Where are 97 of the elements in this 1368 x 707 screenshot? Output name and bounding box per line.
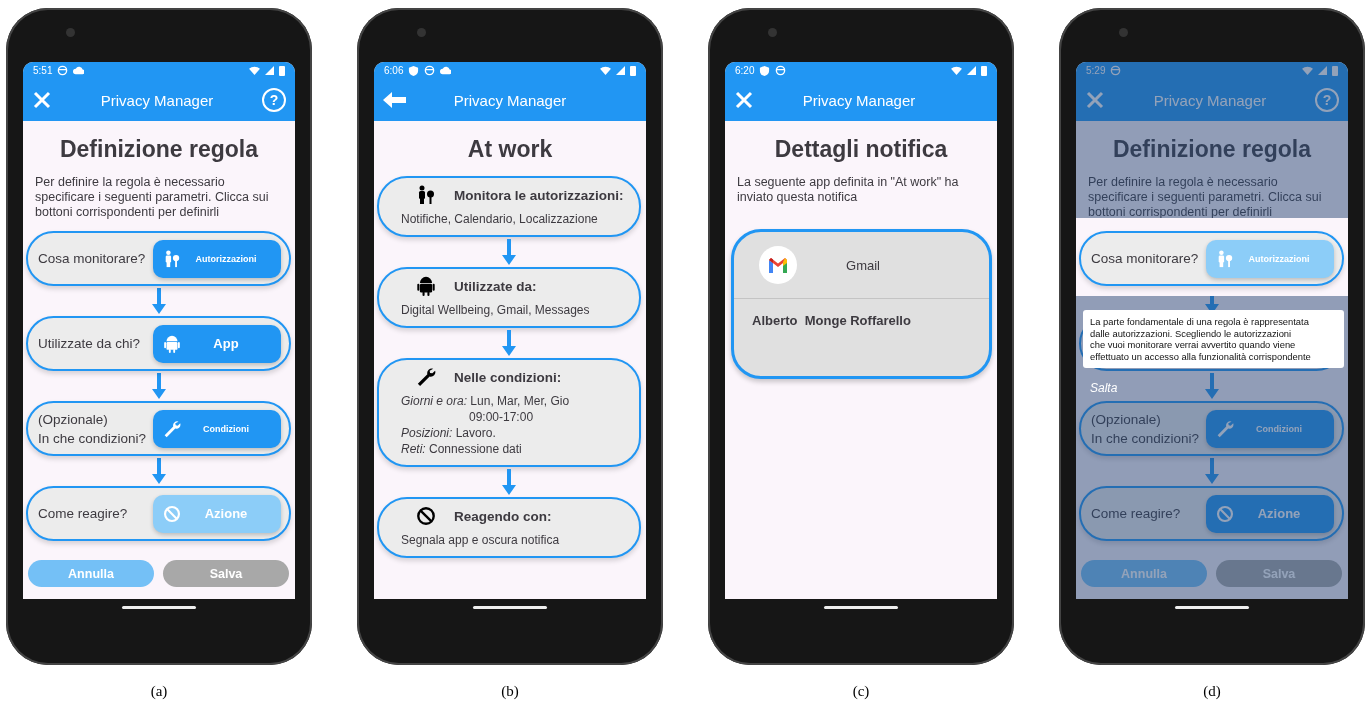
save-button[interactable]: Salva xyxy=(163,560,289,587)
shield-icon xyxy=(408,65,420,76)
signal-icon xyxy=(265,66,274,75)
signal-icon xyxy=(616,66,625,75)
prohibited-icon xyxy=(1216,504,1234,523)
tooltip: La parte fondamentale di una regola è rappresentata dalle autorizzazioni. Scegliendo le autorizzazioni che vuoi monitorare verrai avvertito quando viene effettuato un accesso alla funzionalità corrispondente xyxy=(1083,310,1344,368)
screen-heading: At work xyxy=(466,136,554,163)
app-name: Gmail xyxy=(845,257,881,273)
intro-text: Per definire la regola è necessario specificare i seguenti parametri. Clicca sui bottoni corrispondenti per definirli xyxy=(35,175,270,220)
card-title: Reagendo con: xyxy=(454,508,552,524)
close-icon[interactable] xyxy=(734,90,754,110)
flow-arrow xyxy=(502,469,516,495)
wifi-icon xyxy=(1302,65,1313,76)
step-question: (Opzionale) In che condizioni? xyxy=(38,410,148,448)
step-question: Cosa monitorare? xyxy=(1091,250,1200,268)
camera-lens xyxy=(417,28,426,37)
app-title: Privacy Manager xyxy=(801,91,917,109)
help-button[interactable]: ? xyxy=(1315,88,1339,112)
step-question: Come reagire? xyxy=(38,505,129,523)
flow-arrow xyxy=(1205,373,1219,399)
step-button[interactable]: Autorizzazioni xyxy=(1206,239,1334,278)
camera-lens xyxy=(1119,28,1128,37)
step-button[interactable]: Condizioni xyxy=(1206,409,1334,448)
card-text: Digital Wellbeing, Gmail, Messages xyxy=(401,302,591,318)
shield-icon xyxy=(759,65,771,76)
close-icon[interactable] xyxy=(32,90,52,110)
flow-arrow xyxy=(152,373,166,399)
skip-link[interactable]: Salta xyxy=(1090,381,1118,395)
battery-icon xyxy=(981,65,987,76)
battery-icon xyxy=(630,65,636,76)
intro-text: La seguente app definita in "At work" ha inviato questa notifica xyxy=(737,175,960,205)
wrench-icon xyxy=(1216,419,1234,438)
step-button[interactable]: Autorizzazioni xyxy=(153,239,281,278)
person-key-icon xyxy=(1216,249,1234,268)
person-key-icon xyxy=(416,185,436,205)
step-button[interactable]: Azione xyxy=(1206,494,1334,533)
signal-icon xyxy=(967,66,976,75)
card-title: Nelle condizioni: xyxy=(454,369,562,385)
card-text: Notifiche, Calendario, Localizzazione xyxy=(401,211,599,227)
card-text: Segnala app e oscura notifica xyxy=(401,532,561,548)
app-title: Privacy Manager xyxy=(452,91,568,109)
app-title: Privacy Manager xyxy=(99,91,215,109)
battery-icon xyxy=(279,65,285,76)
flow-arrow xyxy=(502,239,516,265)
status-time: 6:20 xyxy=(735,65,755,76)
screen-heading: Definizione regola xyxy=(1111,136,1313,163)
step-button[interactable]: Azione xyxy=(153,494,281,533)
step-question: Come reagire? xyxy=(1091,505,1182,523)
screen-heading: Dettagli notifica xyxy=(773,136,949,163)
status-time: 5:51 xyxy=(33,65,53,76)
camera-lens xyxy=(768,28,777,37)
cancel-button[interactable]: Annulla xyxy=(1081,560,1207,587)
card-text: Posizioni: Lavoro. xyxy=(401,425,497,441)
intro-text: Per definire la regola è necessario specificare i seguenti parametri. Clicca sui bottoni corrispondenti per definirli xyxy=(1088,175,1323,220)
close-icon[interactable] xyxy=(1085,90,1105,110)
card-text: Reti: Connessione dati xyxy=(401,441,523,457)
mail-logo-icon xyxy=(759,246,797,284)
android-robot-icon xyxy=(416,276,436,296)
wifi-icon xyxy=(951,65,962,76)
figure-caption: (b) xyxy=(501,683,519,700)
battery-icon xyxy=(1332,65,1338,76)
status-time: 5:29 xyxy=(1086,65,1106,76)
cloud-icon xyxy=(73,65,85,76)
step-question: Utilizzate da chi? xyxy=(38,335,142,353)
figure-caption: (a) xyxy=(150,683,168,700)
step-question: Cosa monitorare? xyxy=(38,250,147,268)
prohibited-icon xyxy=(163,504,181,523)
wifi-icon xyxy=(249,65,260,76)
camera-lens xyxy=(66,28,75,37)
flow-arrow xyxy=(152,458,166,484)
wrench-icon xyxy=(416,367,436,387)
prohibited-icon xyxy=(416,506,436,526)
wrench-icon xyxy=(163,419,181,438)
cancel-button[interactable]: Annulla xyxy=(28,560,154,587)
step-button[interactable]: App xyxy=(153,324,281,363)
app-title: Privacy Manager xyxy=(1152,91,1268,109)
help-button[interactable]: ? xyxy=(262,88,286,112)
signal-icon xyxy=(1318,66,1327,75)
android-robot-icon xyxy=(163,334,181,353)
step-question: (Opzionale) In che condizioni? xyxy=(1091,410,1201,448)
cloud-icon xyxy=(440,65,452,76)
status-time: 6:06 xyxy=(384,65,404,76)
step-button[interactable]: Condizioni xyxy=(153,409,281,448)
screen-heading: Definizione regola xyxy=(58,136,260,163)
back-arrow-icon[interactable] xyxy=(383,90,407,110)
figure-caption: (d) xyxy=(1203,683,1221,700)
card-text: Giorni e ora: Lun, Mar, Mer, Gio xyxy=(401,393,571,409)
card-text: 09:00-17:00 xyxy=(468,409,535,425)
flow-arrow xyxy=(1205,458,1219,484)
card-title: Monitora le autorizzazioni: xyxy=(454,187,624,203)
flow-arrow xyxy=(502,330,516,356)
figure-caption: (c) xyxy=(852,683,870,700)
person-key-icon xyxy=(163,249,181,268)
flow-arrow xyxy=(152,288,166,314)
wifi-icon xyxy=(600,65,611,76)
card-title: Utilizzate da: xyxy=(454,278,537,294)
sender-name: Alberto Monge Roffarello xyxy=(752,313,912,328)
